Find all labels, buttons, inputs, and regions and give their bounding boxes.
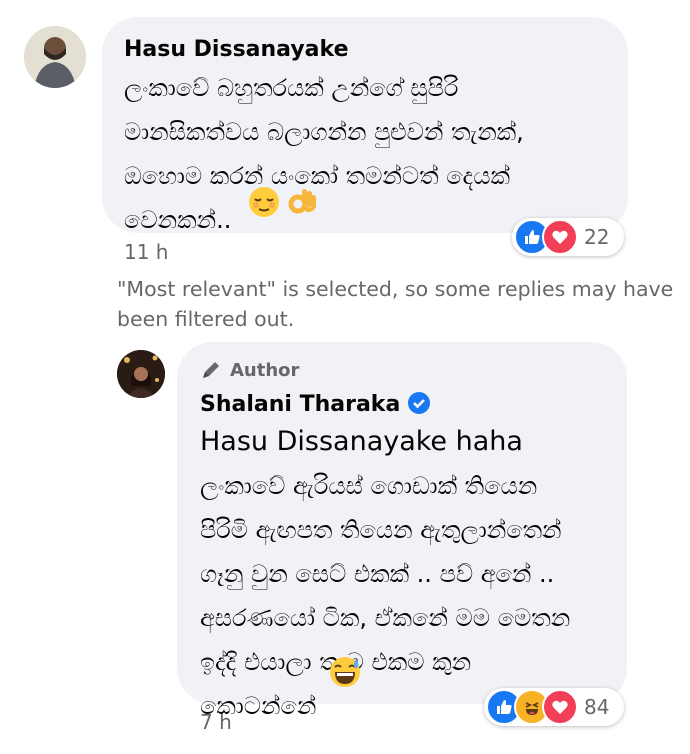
love-reaction-icon (542, 219, 578, 255)
comment-reactions[interactable]: 22 (512, 218, 624, 256)
avatar-shalani[interactable] (117, 350, 165, 398)
verified-badge-icon (408, 392, 431, 414)
comment-emojis (247, 185, 319, 223)
filter-notice: "Most relevant" is selected, so some rep… (117, 277, 674, 331)
reply-reactions[interactable]: 84 (484, 688, 624, 726)
reply-reaction-count: 84 (584, 695, 610, 719)
author-badge-label: Author (230, 359, 300, 381)
reply-timestamp[interactable]: 7 h (200, 710, 232, 734)
person-photo-icon (24, 26, 86, 88)
reply-author-name[interactable]: Shalani Tharaka (200, 392, 400, 417)
comment-text: ලංකාවේ බහුතරයක් උන්ගේ සුපිරි මානසිකත්වය … (124, 74, 524, 234)
comment-timestamp[interactable]: 11 h (124, 240, 168, 264)
reply-mention[interactable]: Hasu Dissanayake haha (200, 424, 523, 460)
grinning-sweat-face-icon (328, 655, 362, 693)
avatar-hasu[interactable] (24, 26, 86, 88)
reply-author: Shalani Tharaka (200, 392, 431, 417)
author-badge: Author (200, 359, 299, 381)
love-reaction-icon (542, 689, 578, 725)
ok-hand-icon (285, 185, 319, 223)
relieved-face-icon (247, 185, 281, 223)
person-photo-icon (117, 350, 165, 398)
comment-author-name[interactable]: Hasu Dissanayake (124, 37, 349, 62)
comment-reaction-count: 22 (584, 225, 610, 249)
pencil-icon (200, 359, 222, 381)
